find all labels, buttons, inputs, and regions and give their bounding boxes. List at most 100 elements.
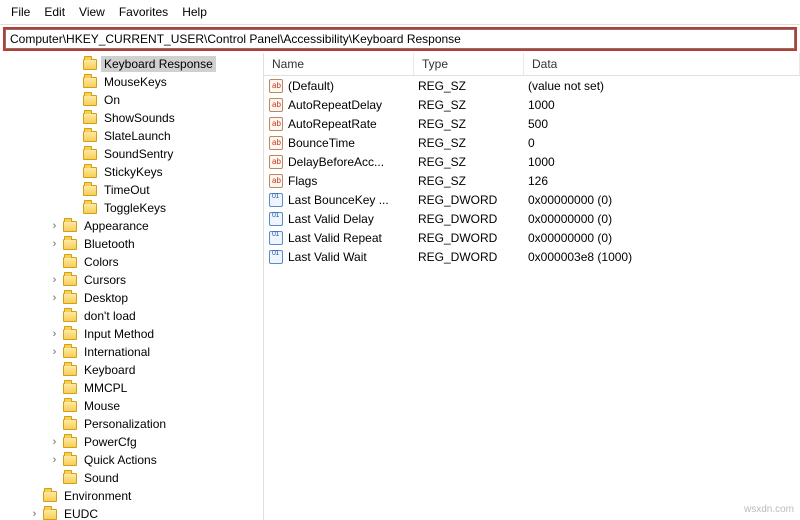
tree-item-soundsentry[interactable]: SoundSentry <box>0 145 263 163</box>
tree-item-input-method[interactable]: ›Input Method <box>0 325 263 343</box>
tree-item-eudc[interactable]: ›EUDC <box>0 505 263 520</box>
value-row[interactable]: Last Valid RepeatREG_DWORD0x00000000 (0) <box>264 228 800 247</box>
tree-item-label: Keyboard <box>81 362 138 378</box>
tree-item-label: Mouse <box>81 398 123 414</box>
column-header-name[interactable]: Name <box>264 53 414 75</box>
tree-item-personalization[interactable]: Personalization <box>0 415 263 433</box>
folder-icon <box>83 149 97 160</box>
tree-item-showsounds[interactable]: ShowSounds <box>0 109 263 127</box>
reg-string-icon <box>268 78 284 94</box>
values-header: Name Type Data <box>264 53 800 76</box>
tree-item-timeout[interactable]: TimeOut <box>0 181 263 199</box>
tree-item-bluetooth[interactable]: ›Bluetooth <box>0 235 263 253</box>
value-data: (value not set) <box>524 79 800 93</box>
value-row[interactable]: FlagsREG_SZ126 <box>264 171 800 190</box>
tree-item-stickykeys[interactable]: StickyKeys <box>0 163 263 181</box>
menu-edit[interactable]: Edit <box>37 2 72 22</box>
value-row[interactable]: Last Valid WaitREG_DWORD0x000003e8 (1000… <box>264 247 800 266</box>
value-type: REG_SZ <box>414 155 524 169</box>
chevron-right-icon[interactable]: › <box>48 238 61 251</box>
tree-item-environment[interactable]: Environment <box>0 487 263 505</box>
folder-icon <box>63 239 77 250</box>
menu-favorites[interactable]: Favorites <box>112 2 175 22</box>
reg-string-icon <box>268 173 284 189</box>
tree-item-label: MouseKeys <box>101 74 170 90</box>
menu-file[interactable]: File <box>4 2 37 22</box>
value-row[interactable]: AutoRepeatDelayREG_SZ1000 <box>264 95 800 114</box>
tree-item-international[interactable]: ›International <box>0 343 263 361</box>
main-split: Keyboard ResponseMouseKeys OnShowSoundsSl… <box>0 53 800 520</box>
folder-icon <box>83 113 97 124</box>
reg-string-icon <box>268 135 284 151</box>
chevron-right-icon[interactable]: › <box>48 274 61 287</box>
column-header-data[interactable]: Data <box>524 53 800 75</box>
tree-item-don-t-load[interactable]: don't load <box>0 307 263 325</box>
folder-icon <box>83 95 97 106</box>
folder-icon <box>63 311 77 322</box>
tree-item-colors[interactable]: Colors <box>0 253 263 271</box>
chevron-right-icon[interactable]: › <box>48 220 61 233</box>
folder-icon <box>83 77 97 88</box>
value-name: AutoRepeatDelay <box>288 98 382 112</box>
value-data: 1000 <box>524 155 800 169</box>
value-type: REG_DWORD <box>414 212 524 226</box>
chevron-right-icon[interactable]: › <box>48 292 61 305</box>
value-data: 500 <box>524 117 800 131</box>
tree-item-mouse[interactable]: Mouse <box>0 397 263 415</box>
tree-item-label: Colors <box>81 254 122 270</box>
folder-icon <box>63 221 77 232</box>
tree-item-label: Desktop <box>81 290 131 306</box>
addressbar-input[interactable] <box>5 29 795 49</box>
chevron-right-icon[interactable]: › <box>48 328 61 341</box>
folder-icon <box>83 59 97 70</box>
folder-icon <box>63 293 77 304</box>
chevron-right-icon[interactable]: › <box>48 454 61 467</box>
value-row[interactable]: AutoRepeatRateREG_SZ500 <box>264 114 800 133</box>
chevron-right-icon[interactable]: › <box>48 346 61 359</box>
tree-pane[interactable]: Keyboard ResponseMouseKeys OnShowSoundsSl… <box>0 53 264 520</box>
reg-string-icon <box>268 116 284 132</box>
tree-item-slatelaunch[interactable]: SlateLaunch <box>0 127 263 145</box>
menu-view[interactable]: View <box>72 2 112 22</box>
value-type: REG_SZ <box>414 174 524 188</box>
reg-string-icon <box>268 154 284 170</box>
tree-item-keyboard-response[interactable]: Keyboard Response <box>0 55 263 73</box>
value-row[interactable]: BounceTimeREG_SZ0 <box>264 133 800 152</box>
value-name: Last Valid Wait <box>288 250 367 264</box>
folder-icon <box>63 455 77 466</box>
chevron-right-icon[interactable]: › <box>28 508 41 520</box>
tree-item-desktop[interactable]: › Desktop <box>0 289 263 307</box>
value-type: REG_DWORD <box>414 250 524 264</box>
registry-tree: Keyboard ResponseMouseKeys OnShowSoundsSl… <box>0 53 263 520</box>
value-data: 126 <box>524 174 800 188</box>
menu-help[interactable]: Help <box>175 2 214 22</box>
tree-item-on[interactable]: On <box>0 91 263 109</box>
value-row[interactable]: DelayBeforeAcc...REG_SZ1000 <box>264 152 800 171</box>
folder-icon <box>63 365 77 376</box>
folder-icon <box>63 275 77 286</box>
value-name: Last BounceKey ... <box>288 193 389 207</box>
tree-item-appearance[interactable]: ›Appearance <box>0 217 263 235</box>
folder-icon <box>43 509 57 520</box>
tree-item-keyboard[interactable]: Keyboard <box>0 361 263 379</box>
tree-item-mousekeys[interactable]: MouseKeys <box>0 73 263 91</box>
folder-icon <box>63 347 77 358</box>
value-type: REG_SZ <box>414 79 524 93</box>
value-data: 0x00000000 (0) <box>524 231 800 245</box>
value-row[interactable]: Last BounceKey ...REG_DWORD0x00000000 (0… <box>264 190 800 209</box>
tree-item-powercfg[interactable]: ›PowerCfg <box>0 433 263 451</box>
column-header-type[interactable]: Type <box>414 53 524 75</box>
tree-item-mmcpl[interactable]: MMCPL <box>0 379 263 397</box>
tree-item-quick-actions[interactable]: › Quick Actions <box>0 451 263 469</box>
value-name: BounceTime <box>288 136 355 150</box>
tree-item-togglekeys[interactable]: ToggleKeys <box>0 199 263 217</box>
tree-item-cursors[interactable]: ›Cursors <box>0 271 263 289</box>
values-pane[interactable]: Name Type Data (Default)REG_SZ(value not… <box>264 53 800 520</box>
tree-item-label: On <box>101 92 123 108</box>
folder-icon <box>83 203 97 214</box>
chevron-right-icon[interactable]: › <box>48 436 61 449</box>
value-row[interactable]: (Default)REG_SZ(value not set) <box>264 76 800 95</box>
tree-item-label: Quick Actions <box>81 452 160 468</box>
value-row[interactable]: Last Valid DelayREG_DWORD0x00000000 (0) <box>264 209 800 228</box>
tree-item-sound[interactable]: Sound <box>0 469 263 487</box>
